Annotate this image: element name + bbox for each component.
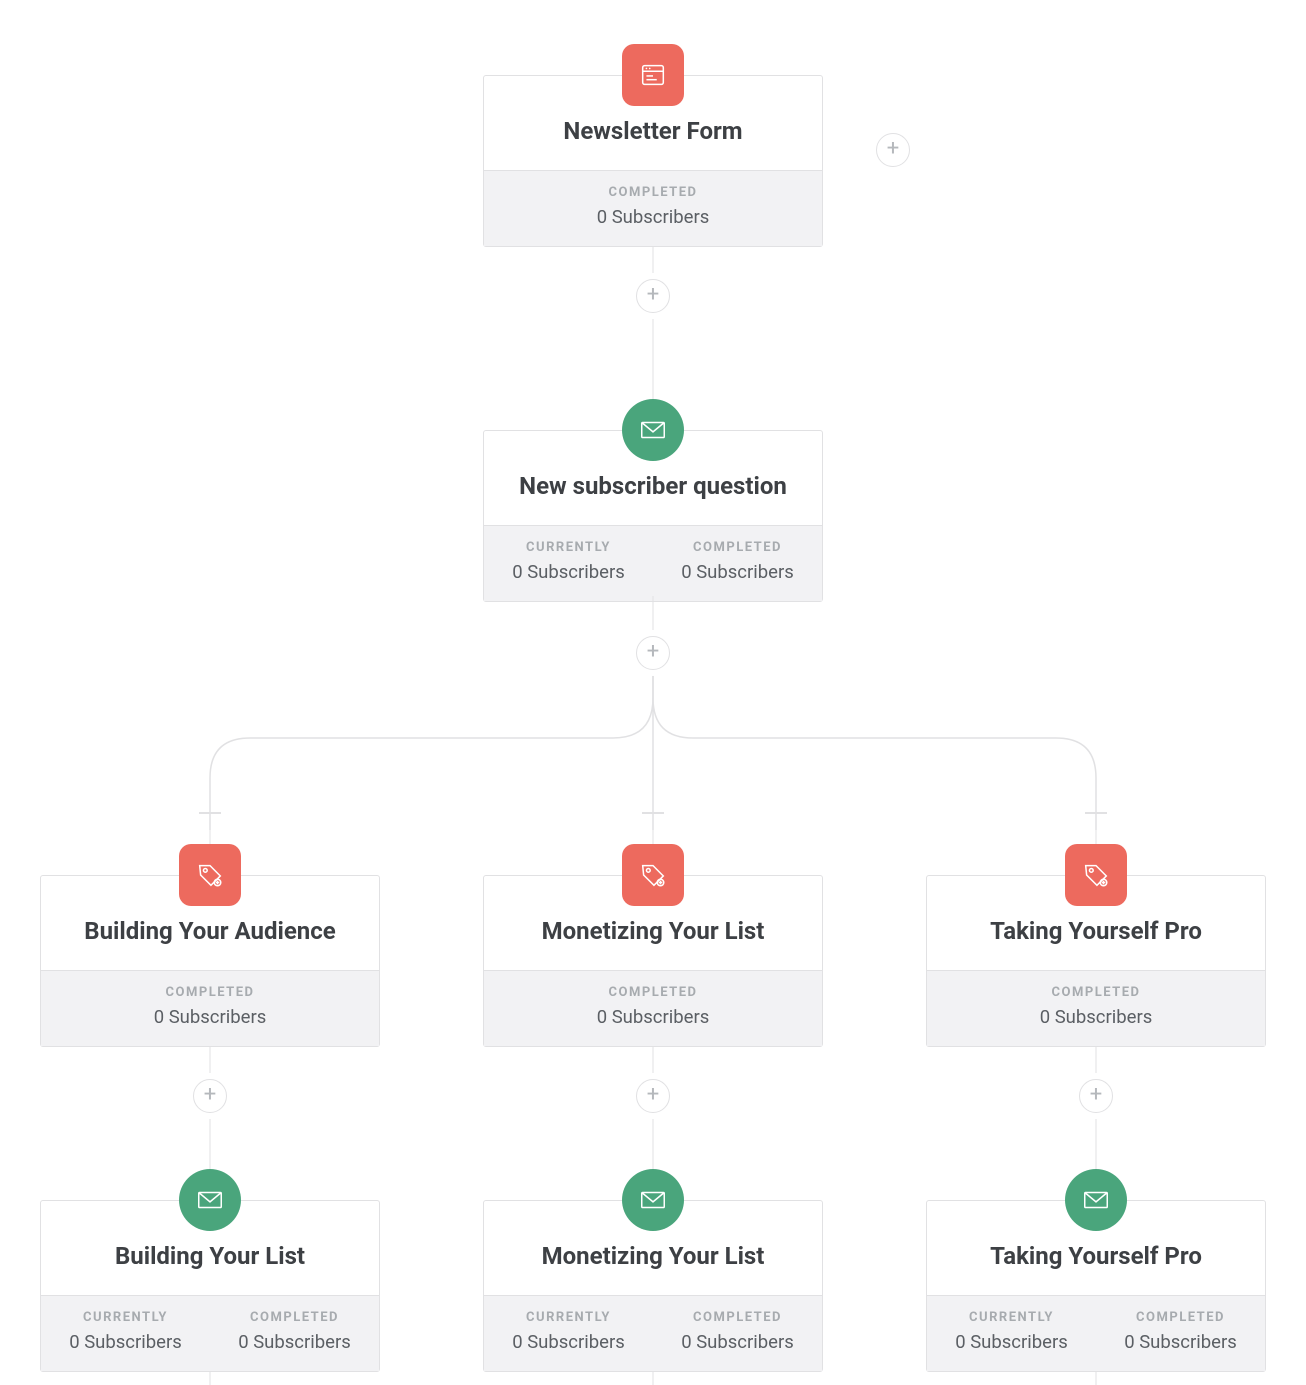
tag-icon [179,844,241,906]
stat-label-completed: COMPLETED [47,985,373,1000]
stat-value: 0 Subscribers [659,1331,816,1353]
automation-canvas[interactable]: Newsletter Form COMPLETED 0 Subscribers … [0,0,1306,1380]
add-step-button[interactable]: + [636,279,670,313]
stat-label-currently: CURRENTLY [47,1310,204,1325]
add-step-button[interactable]: + [636,1079,670,1113]
node-newsletter-form[interactable]: Newsletter Form COMPLETED 0 Subscribers [483,75,823,247]
stat-label-completed: COMPLETED [659,1310,816,1325]
stat-label-completed: COMPLETED [1102,1310,1259,1325]
tag-icon [622,844,684,906]
add-step-button[interactable]: + [1079,1079,1113,1113]
stat-value: 0 Subscribers [216,1331,373,1353]
node-tag-monetizing-list[interactable]: Monetizing Your List COMPLETED 0 Subscri… [483,875,823,1047]
stat-value: 0 Subscribers [490,561,647,583]
node-stats: CURRENTLY 0 Subscribers COMPLETED 0 Subs… [927,1295,1265,1371]
stat-value: 0 Subscribers [47,1331,204,1353]
stat-value: 0 Subscribers [659,561,816,583]
stat-value: 0 Subscribers [490,206,816,228]
stat-value: 0 Subscribers [490,1331,647,1353]
stat-label-completed: COMPLETED [659,540,816,555]
stat-value: 0 Subscribers [933,1006,1259,1028]
stat-label-completed: COMPLETED [490,985,816,1000]
add-branch-button[interactable]: + [636,636,670,670]
node-stats: COMPLETED 0 Subscribers [484,170,822,246]
node-email-taking-pro[interactable]: Taking Yourself Pro CURRENTLY 0 Subscrib… [926,1200,1266,1372]
stat-label-completed: COMPLETED [933,985,1259,1000]
stat-label-completed: COMPLETED [490,185,816,200]
stat-label-currently: CURRENTLY [933,1310,1090,1325]
node-subscriber-question[interactable]: New subscriber question CURRENTLY 0 Subs… [483,430,823,602]
email-icon [622,1169,684,1231]
node-stats: COMPLETED 0 Subscribers [41,970,379,1046]
stat-value: 0 Subscribers [1102,1331,1259,1353]
stat-label-currently: CURRENTLY [490,1310,647,1325]
add-step-button[interactable]: + [193,1079,227,1113]
stat-label-currently: CURRENTLY [490,540,647,555]
node-tag-taking-pro[interactable]: Taking Yourself Pro COMPLETED 0 Subscrib… [926,875,1266,1047]
node-stats: CURRENTLY 0 Subscribers COMPLETED 0 Subs… [484,525,822,601]
tag-icon [1065,844,1127,906]
node-stats: CURRENTLY 0 Subscribers COMPLETED 0 Subs… [41,1295,379,1371]
email-icon [179,1169,241,1231]
add-sibling-button[interactable]: + [876,133,910,167]
node-stats: CURRENTLY 0 Subscribers COMPLETED 0 Subs… [484,1295,822,1371]
stat-label-completed: COMPLETED [216,1310,373,1325]
node-email-building-list[interactable]: Building Your List CURRENTLY 0 Subscribe… [40,1200,380,1372]
node-stats: COMPLETED 0 Subscribers [927,970,1265,1046]
node-email-monetizing-list[interactable]: Monetizing Your List CURRENTLY 0 Subscri… [483,1200,823,1372]
stat-value: 0 Subscribers [933,1331,1090,1353]
form-icon [622,44,684,106]
node-stats: COMPLETED 0 Subscribers [484,970,822,1046]
stat-value: 0 Subscribers [47,1006,373,1028]
email-icon [622,399,684,461]
node-tag-building-audience[interactable]: Building Your Audience COMPLETED 0 Subsc… [40,875,380,1047]
email-icon [1065,1169,1127,1231]
stat-value: 0 Subscribers [490,1006,816,1028]
